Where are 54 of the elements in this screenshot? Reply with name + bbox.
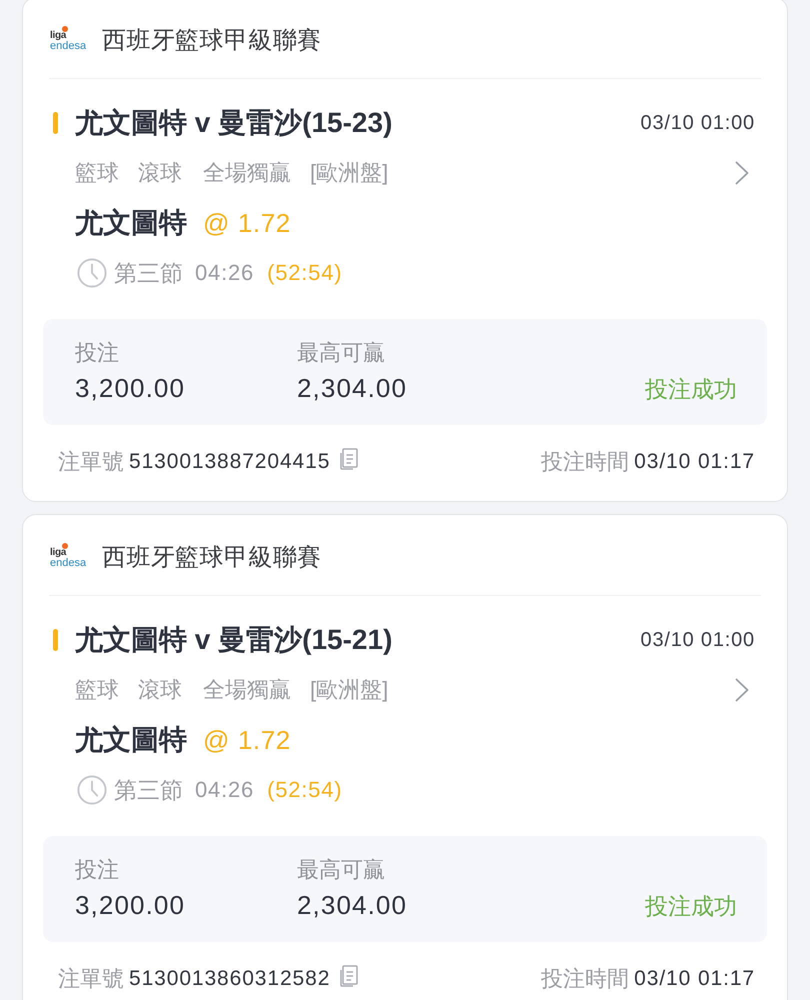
market-text: 籃球 [75, 159, 119, 187]
chevron-right-icon[interactable] [735, 678, 749, 702]
chevron-right-icon[interactable] [735, 161, 749, 185]
period-text: 第三節 [114, 776, 183, 804]
stake-amount: 3,200.00 [75, 889, 186, 922]
max-win-label: 最高可贏 [297, 339, 386, 367]
market-text: [歐洲盤] [310, 676, 388, 704]
bet-time: 03/10 01:17 [634, 450, 755, 474]
market-text: [歐洲盤] [310, 159, 388, 187]
match-title: 尤文圖特 v 曼雷沙(15-21) [75, 623, 392, 657]
elapsed-time: (52:54) [267, 260, 342, 286]
marker-icon [53, 112, 58, 134]
match-title: 尤文圖特 v 曼雷沙(15-23) [75, 106, 392, 140]
copy-icon[interactable] [340, 448, 358, 470]
logo-wordmark: liga endesa [50, 30, 86, 50]
period-text: 第三節 [114, 258, 183, 288]
dot-icon [62, 542, 68, 548]
stake-label: 投注 [75, 856, 120, 884]
league-name: 西班牙籃球甲級聯賽 [102, 26, 322, 56]
bet-time-label: 投注時間 [541, 965, 630, 993]
marker-icon [53, 629, 58, 651]
ticket-label: 注單號 [58, 965, 124, 993]
copy-icon[interactable] [340, 965, 358, 987]
ticket-number: 5130013860312582 [129, 967, 330, 991]
market-text: 滾球 [138, 159, 182, 187]
market-text: 全場獨贏 [203, 159, 291, 187]
start-time: 03/10 01:00 [640, 628, 755, 652]
max-win-label: 最高可贏 [297, 856, 386, 884]
stake-amount: 3,200.00 [75, 372, 186, 405]
max-win-amount: 2,304.00 [297, 372, 408, 405]
ticket-number: 5130013887204415 [129, 450, 330, 474]
logo-wordmark: liga endesa [50, 548, 86, 568]
game-clock: 04:26 [195, 777, 254, 803]
market-text: 全場獨贏 [203, 676, 291, 704]
odds-value: @ 1.72 [203, 724, 291, 756]
stake-label: 投注 [75, 339, 120, 367]
dot-icon [62, 26, 68, 32]
clock-icon [77, 775, 107, 805]
market-text: 籃球 [75, 676, 119, 704]
league-name: 西班牙籃球甲級聯賽 [102, 543, 322, 573]
start-time: 03/10 01:00 [640, 112, 755, 134]
bet-time-label: 投注時間 [541, 448, 630, 476]
clock-icon [77, 258, 107, 288]
selection-name: 尤文圖特 [75, 723, 187, 757]
bet-time: 03/10 01:17 [634, 967, 755, 991]
game-clock: 04:26 [195, 260, 254, 286]
max-win-amount: 2,304.00 [297, 889, 408, 922]
bet-status: 投注成功 [645, 374, 737, 404]
market-text: 滾球 [138, 676, 182, 704]
ticket-label: 注單號 [58, 448, 124, 476]
elapsed-time: (52:54) [267, 777, 342, 803]
bet-status: 投注成功 [645, 892, 737, 920]
odds-value: @ 1.72 [203, 208, 291, 238]
selection-name: 尤文圖特 [75, 206, 187, 240]
